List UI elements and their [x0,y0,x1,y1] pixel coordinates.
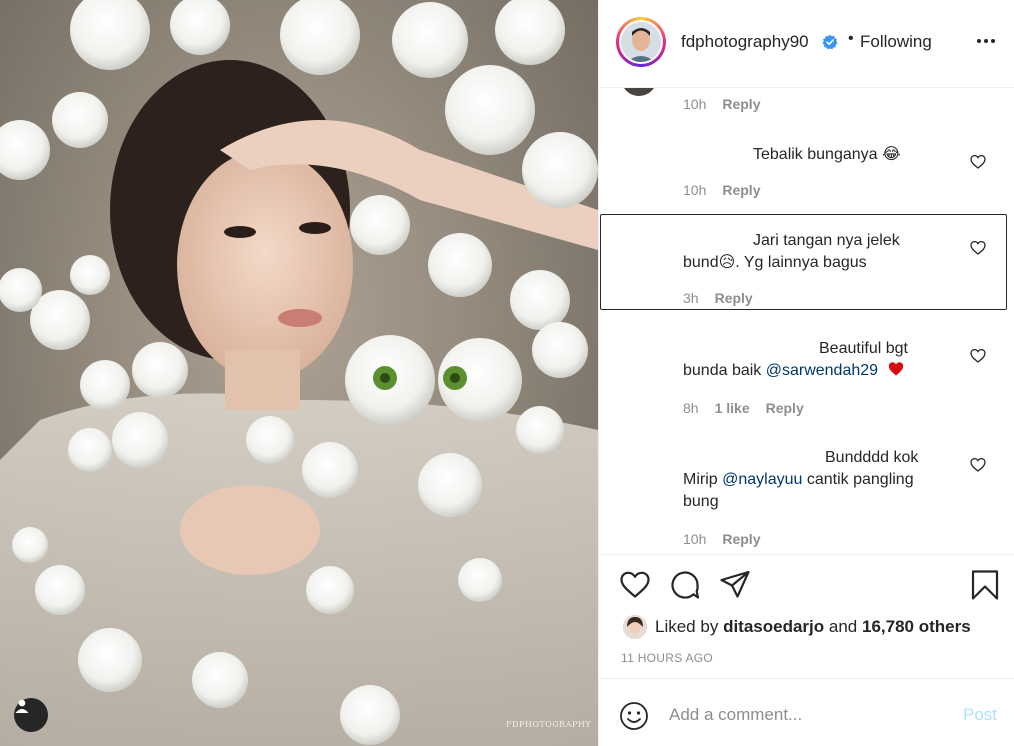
add-comment-bar: Post [599,678,1014,746]
comment-icon[interactable] [669,569,701,601]
reply-button[interactable]: Reply [722,531,760,547]
reply-button[interactable]: Reply [722,182,760,198]
comments-list[interactable]: 10h Reply Tebalik bunganya 😂 10h Reply J… [599,88,1014,554]
likes-summary: Liked by ditasoedarjo and 16,780 others [623,615,971,639]
heart-icon[interactable] [970,240,986,256]
comment-text-line1: Beautiful bgt [819,340,908,357]
likes-prefix: Liked by [655,617,719,636]
comment-time: 3h [683,290,699,306]
comment-text-line2: Mirip @naylayuu cantik pangling [683,469,963,491]
comment-input[interactable] [669,701,939,729]
heart-icon[interactable] [970,348,986,364]
likes-count[interactable]: 16,780 others [862,617,971,637]
comment-text-line2: bunda baik @sarwendah29 [683,360,963,382]
comment-time: 10h [683,96,707,112]
author-avatar-image [621,22,661,62]
photo-illustration [0,0,598,746]
likes-middle: and [828,617,858,636]
heart-icon[interactable] [970,154,986,170]
user-tag-button[interactable] [14,698,48,732]
photo-watermark: FDPHOTOGRAPHY [506,720,592,729]
red-heart-emoji-icon [888,362,903,376]
mention-link[interactable]: @sarwendah29 [766,362,878,379]
post-button[interactable]: Post [963,705,997,725]
comment-text-line1: Jari tangan nya jelek [753,232,900,249]
post-details-panel: fdphotography90 • Following 10h Reply Te… [598,0,1014,746]
reply-button[interactable]: Reply [715,290,753,306]
comment-likes[interactable]: 1 like [715,400,750,416]
comment-text: bunda baik [683,362,766,379]
reply-button[interactable]: Reply [766,400,804,416]
reply-button[interactable]: Reply [722,96,760,112]
comment-meta: 10h Reply [683,531,760,547]
comment-time: 10h [683,531,707,547]
author-username[interactable]: fdphotography90 [681,32,809,52]
following-button[interactable]: Following [860,32,932,52]
comment-meta: 3h Reply [683,290,753,306]
commenter-avatar[interactable] [621,88,657,96]
post-actions: Liked by ditasoedarjo and 16,780 others … [599,554,1014,678]
author-avatar[interactable] [616,17,666,67]
liker-username[interactable]: ditasoedarjo [723,617,824,637]
heart-icon[interactable] [619,569,651,601]
heart-icon[interactable] [970,457,986,473]
comment-time: 8h [683,400,699,416]
emoji-icon[interactable] [619,701,649,731]
post-photo[interactable]: FDPHOTOGRAPHY [0,0,598,746]
liker-avatar[interactable] [623,615,647,639]
comment-meta: 10h Reply [683,182,760,198]
post-header: fdphotography90 • Following [599,0,1014,88]
comment-text-line1: Bundddd kok [825,449,919,466]
verified-badge-icon [822,34,838,55]
user-tag-icon [15,699,29,713]
mention-link[interactable]: @naylayuu [722,471,802,488]
comment-text-line2: bund😥. Yg lainnya bagus [683,254,867,271]
post-timestamp[interactable]: 11 HOURS AGO [621,651,713,665]
comment-text: Mirip [683,471,723,488]
bookmark-icon[interactable] [969,569,1001,601]
send-icon[interactable] [719,569,751,601]
comment-text: cantik pangling [802,471,914,488]
header-separator: • [848,30,854,47]
comment-meta: 10h Reply [683,96,760,112]
comment-time: 10h [683,182,707,198]
more-options-icon[interactable] [977,34,999,48]
comment-text-line3: bung [683,493,719,510]
comment-meta: 8h 1 like Reply [683,400,804,416]
